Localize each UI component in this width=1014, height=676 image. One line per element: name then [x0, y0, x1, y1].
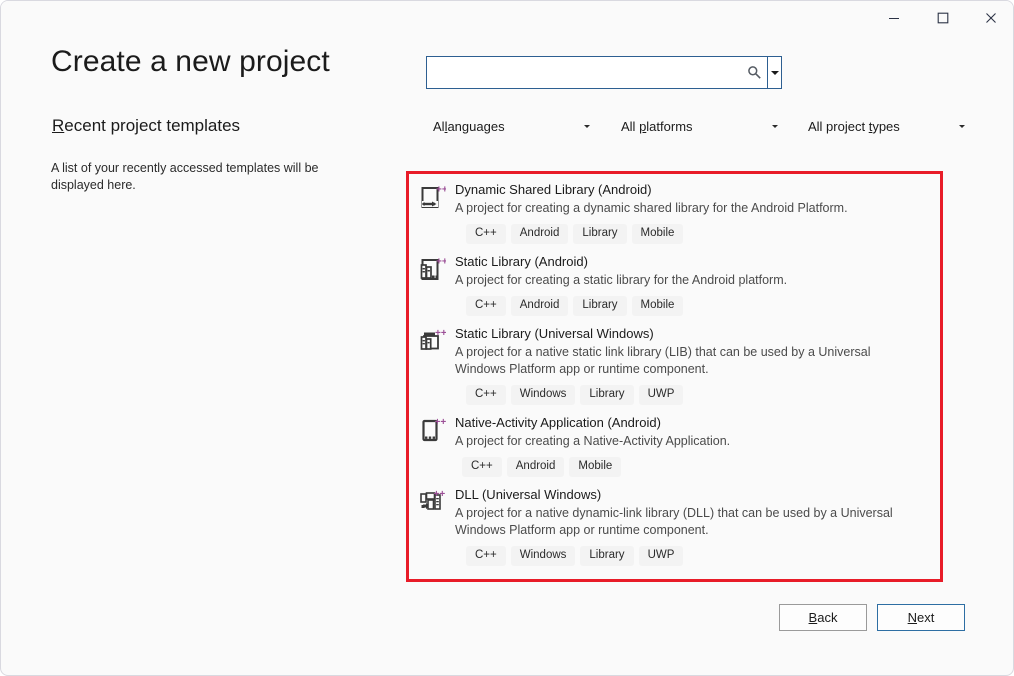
- template-title: Native-Activity Application (Android): [455, 415, 661, 430]
- recent-heading-rest: ecent project templates: [64, 116, 241, 135]
- svg-text:++: ++: [435, 329, 446, 339]
- template-description: A project for creating a dynamic shared …: [455, 201, 848, 215]
- tag: UWP: [638, 385, 684, 405]
- back-rest: ack: [817, 610, 838, 625]
- template-title: DLL (Universal Windows): [455, 487, 602, 502]
- filter-all-languages-label: Allanguages: [433, 119, 505, 134]
- list-item[interactable]: ++ Static Library (Android) A project fo…: [413, 247, 935, 319]
- template-description: A project for a native static link libra…: [455, 345, 871, 376]
- search-icon[interactable]: [741, 57, 767, 88]
- filter-all-project-types-label: All project types: [808, 119, 900, 134]
- filter-all-platforms[interactable]: All platforms: [614, 113, 786, 140]
- native-activity-application-android-icon: ++: [413, 414, 453, 477]
- next-button[interactable]: Next: [877, 604, 965, 631]
- dll-uwp-icon: ++: [413, 486, 453, 566]
- tag: Mobile: [631, 224, 684, 244]
- tag: C++: [466, 296, 506, 316]
- tag: C++: [466, 385, 506, 405]
- template-description: A project for a native dynamic-link libr…: [455, 506, 893, 537]
- chevron-down-icon: [584, 125, 590, 128]
- recent-templates-empty-message: A list of your recently accessed templat…: [51, 161, 319, 192]
- maximize-icon: [937, 12, 949, 24]
- static-library-android-icon: ++: [413, 253, 453, 316]
- tag: Library: [580, 385, 634, 405]
- tag: C++: [462, 457, 502, 477]
- close-button[interactable]: [968, 1, 1013, 35]
- minimize-icon: [889, 17, 899, 20]
- template-description: A project for creating a Native-Activity…: [455, 434, 731, 448]
- next-accel: N: [907, 610, 918, 625]
- template-description: A project for creating a static library …: [455, 273, 788, 287]
- recent-heading-accel: R: [52, 116, 65, 135]
- tag: Mobile: [569, 457, 622, 477]
- recent-project-templates-heading: Recent project templates: [52, 116, 240, 136]
- template-tags: C++ Windows Library UWP: [455, 546, 935, 566]
- search-input[interactable]: [427, 57, 741, 88]
- chevron-down-icon: [959, 125, 965, 128]
- tag: Windows: [510, 546, 576, 566]
- next-rest: ext: [917, 610, 935, 625]
- minimize-button[interactable]: [871, 1, 917, 35]
- tag: Android: [510, 224, 569, 244]
- tag: Library: [573, 224, 627, 244]
- back-button[interactable]: Back: [779, 604, 867, 631]
- magnifier-glyph: [747, 66, 761, 79]
- static-library-uwp-icon: ++: [413, 325, 453, 405]
- svg-text:++: ++: [435, 418, 447, 428]
- tag: Mobile: [631, 296, 684, 316]
- list-item[interactable]: ++ Native-Activity Application (Android)…: [413, 408, 935, 480]
- tag: Android: [510, 296, 569, 316]
- search-box[interactable]: [426, 56, 782, 89]
- svg-text:++: ++: [434, 490, 446, 500]
- template-title: Static Library (Android): [455, 254, 588, 269]
- template-tags: C++ Windows Library UWP: [455, 385, 935, 405]
- template-tags: C++ Android Library Mobile: [455, 296, 935, 316]
- list-item[interactable]: ++ Static Library (Universal Windows) A …: [413, 319, 935, 408]
- back-accel: B: [808, 610, 818, 625]
- filter-all-languages[interactable]: Allanguages: [426, 113, 598, 140]
- template-tags: C++ Android Mobile: [455, 457, 935, 477]
- tag: Windows: [510, 385, 576, 405]
- title-bar: [1, 1, 1013, 37]
- create-new-project-dialog: Create a new project Recent project temp…: [0, 0, 1014, 676]
- template-title: Static Library (Universal Windows): [455, 326, 654, 341]
- template-tags: C++ Android Library Mobile: [455, 224, 935, 244]
- filter-all-platforms-label: All platforms: [621, 119, 693, 134]
- maximize-button[interactable]: [920, 1, 966, 35]
- svg-text:++: ++: [436, 257, 446, 268]
- chevron-down-icon: [772, 125, 778, 128]
- dynamic-shared-library-android-icon: ++: [413, 181, 453, 244]
- template-title: Dynamic Shared Library (Android): [455, 182, 652, 197]
- tag: UWP: [638, 546, 684, 566]
- list-item[interactable]: ++ Dynamic Shared Library (Android) A pr…: [413, 175, 935, 247]
- tag: Library: [580, 546, 634, 566]
- tag: C++: [466, 224, 506, 244]
- tag: Library: [573, 296, 627, 316]
- template-list[interactable]: ++ Dynamic Shared Library (Android) A pr…: [413, 175, 935, 578]
- chevron-down-icon: [770, 70, 779, 75]
- filter-all-project-types[interactable]: All project types: [801, 113, 973, 140]
- search-dropdown-button[interactable]: [768, 57, 781, 88]
- close-icon: [986, 13, 996, 23]
- tag: Android: [506, 457, 565, 477]
- tag: C++: [466, 546, 506, 566]
- list-item[interactable]: ++ DLL (Universal Windows) A project for…: [413, 480, 935, 569]
- page-title: Create a new project: [51, 45, 330, 78]
- svg-text:++: ++: [436, 185, 446, 196]
